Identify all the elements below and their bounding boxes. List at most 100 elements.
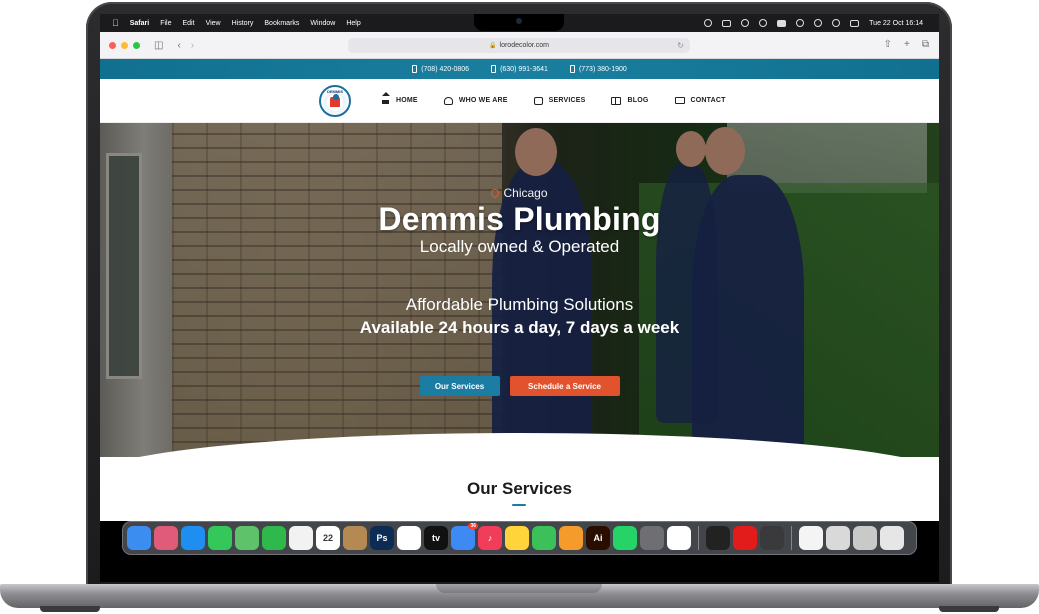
menu-window[interactable]: Window: [310, 20, 335, 27]
lock-icon: 🔒: [489, 43, 497, 49]
address-url: lorodecolor.com: [499, 42, 549, 49]
schedule-service-button[interactable]: Schedule a Service: [509, 376, 620, 396]
maps-icon[interactable]: [235, 526, 259, 550]
location-pin-icon: [489, 187, 502, 199]
forward-icon[interactable]: ›: [191, 40, 194, 51]
apple-icon[interactable]: : [112, 18, 119, 28]
system-icon[interactable]: [640, 526, 664, 550]
user-icon[interactable]: [796, 19, 805, 27]
menu-edit[interactable]: Edit: [183, 20, 195, 27]
nav-item-contact[interactable]: CONTACT: [674, 97, 726, 104]
camera-notch: [474, 14, 564, 31]
acrobat-icon[interactable]: [733, 526, 757, 550]
nav-label: SERVICES: [548, 97, 586, 104]
phone-icon: [412, 65, 418, 73]
pages-icon[interactable]: [559, 526, 583, 550]
play-icon[interactable]: [741, 19, 750, 27]
launchpad-icon[interactable]: [154, 526, 178, 550]
main-navigation: DEMMIS HOME WHO WE ARE SERVICES BLOG CON…: [100, 79, 939, 123]
mail-app-icon[interactable]: 36: [451, 523, 478, 550]
messages-icon[interactable]: [208, 526, 232, 550]
document-icon[interactable]: [799, 526, 823, 550]
minimize-window-button[interactable]: [121, 41, 128, 49]
photos-icon[interactable]: [289, 526, 313, 550]
hero-availability: Available 24 hours a day, 7 days a week: [359, 318, 680, 337]
location-text: Chicago: [503, 186, 548, 200]
dock-separator: [698, 526, 699, 550]
menu-bookmarks[interactable]: Bookmarks: [264, 20, 299, 27]
whatsapp-icon[interactable]: [613, 526, 637, 550]
bluetooth-icon[interactable]: [759, 19, 768, 27]
hero-overlay: [100, 123, 939, 457]
zoom-window-button[interactable]: [133, 41, 140, 49]
cloud-icon[interactable]: [704, 19, 713, 27]
wifi-icon[interactable]: [814, 19, 823, 27]
numbers-icon[interactable]: [532, 526, 556, 550]
menu-history[interactable]: History: [232, 20, 254, 27]
book-icon: [611, 96, 622, 105]
appletv-icon[interactable]: tv: [424, 526, 448, 550]
people-icon: [443, 96, 453, 105]
nav-menu: HOME WHO WE ARE SERVICES BLOG CONTACT: [381, 92, 752, 105]
nav-item-services[interactable]: SERVICES: [533, 96, 586, 105]
phone-icon: [569, 65, 575, 73]
close-window-button[interactable]: [109, 41, 116, 49]
new-tab-icon[interactable]: +: [904, 39, 910, 50]
activity-monitor-icon[interactable]: [706, 526, 730, 550]
reminders-icon[interactable]: [397, 526, 421, 550]
preview-icon[interactable]: [853, 526, 877, 550]
back-icon[interactable]: ‹: [177, 40, 180, 51]
phone-link-2[interactable]: (630) 991-3641: [491, 65, 548, 73]
menu-view[interactable]: View: [206, 20, 221, 27]
hero-section: Chicago Demmis Plumbing Locally owned & …: [100, 123, 939, 457]
hero-subtitle: Locally owned & Operated: [419, 237, 620, 256]
nav-item-home[interactable]: HOME: [381, 92, 418, 105]
hero-location: Chicago: [100, 186, 939, 200]
illustrator-icon[interactable]: Ai: [586, 526, 610, 550]
mail-icon: [674, 97, 685, 104]
chrome-icon[interactable]: [667, 526, 691, 550]
home-icon: [381, 92, 390, 105]
our-services-button[interactable]: Our Services: [419, 376, 500, 396]
laptop-base-notch: [436, 584, 602, 593]
notes-brown-icon[interactable]: [343, 526, 367, 550]
reload-icon[interactable]: ↻: [677, 41, 684, 50]
calendar-icon[interactable]: 22: [316, 526, 340, 550]
calculator-icon[interactable]: [760, 526, 784, 550]
music-icon[interactable]: ♪: [478, 526, 502, 550]
menu-clock[interactable]: Tue 22 Oct 16:14: [869, 20, 923, 27]
camera-icon: [516, 18, 522, 24]
finder-icon[interactable]: [127, 526, 151, 550]
keyboard-input-icon[interactable]: [777, 19, 787, 27]
services-section: Our Services: [100, 457, 939, 521]
dock-separator: [791, 526, 792, 550]
sidebar-toggle-icon[interactable]: ◫: [154, 40, 163, 51]
safari-icon[interactable]: [181, 526, 205, 550]
notes-icon[interactable]: [505, 526, 529, 550]
phone-link-1[interactable]: (708) 420-0806: [412, 65, 469, 73]
menu-help[interactable]: Help: [346, 20, 360, 27]
phone-link-3[interactable]: (773) 380-1900: [569, 65, 627, 73]
phone-number: (773) 380-1900: [578, 65, 627, 73]
menu-file[interactable]: File: [160, 20, 171, 27]
photoshop-icon[interactable]: Ps: [370, 526, 394, 550]
share-icon[interactable]: ⇧: [884, 39, 892, 50]
address-bar[interactable]: 🔒 lorodecolor.com ↻: [348, 38, 690, 53]
site-logo[interactable]: DEMMIS: [319, 84, 351, 117]
contact-topbar: (708) 420-0806 (630) 991-3641 (773) 380-…: [100, 59, 939, 79]
display-icon[interactable]: [722, 19, 732, 27]
trash-icon[interactable]: [880, 526, 904, 550]
spotlight-search-icon[interactable]: [832, 19, 841, 27]
safari-toolbar: ◫ ‹ › 🔒 lorodecolor.com ↻ ⇧ + ⧉: [100, 32, 939, 59]
window-controls: [100, 41, 140, 49]
facetime-icon[interactable]: [262, 526, 286, 550]
menu-app-name[interactable]: Safari: [130, 20, 149, 27]
phone-number: (630) 991-3641: [500, 65, 548, 73]
tab-overview-icon[interactable]: ⧉: [922, 39, 929, 50]
nav-label: CONTACT: [690, 97, 726, 104]
keyboard-icon[interactable]: [826, 526, 850, 550]
nav-item-who-we-are[interactable]: WHO WE ARE: [443, 96, 508, 105]
nav-item-blog[interactable]: BLOG: [611, 96, 648, 105]
hero-buttons: Our Services Schedule a Service: [100, 376, 939, 396]
control-center-icon[interactable]: [850, 19, 860, 27]
